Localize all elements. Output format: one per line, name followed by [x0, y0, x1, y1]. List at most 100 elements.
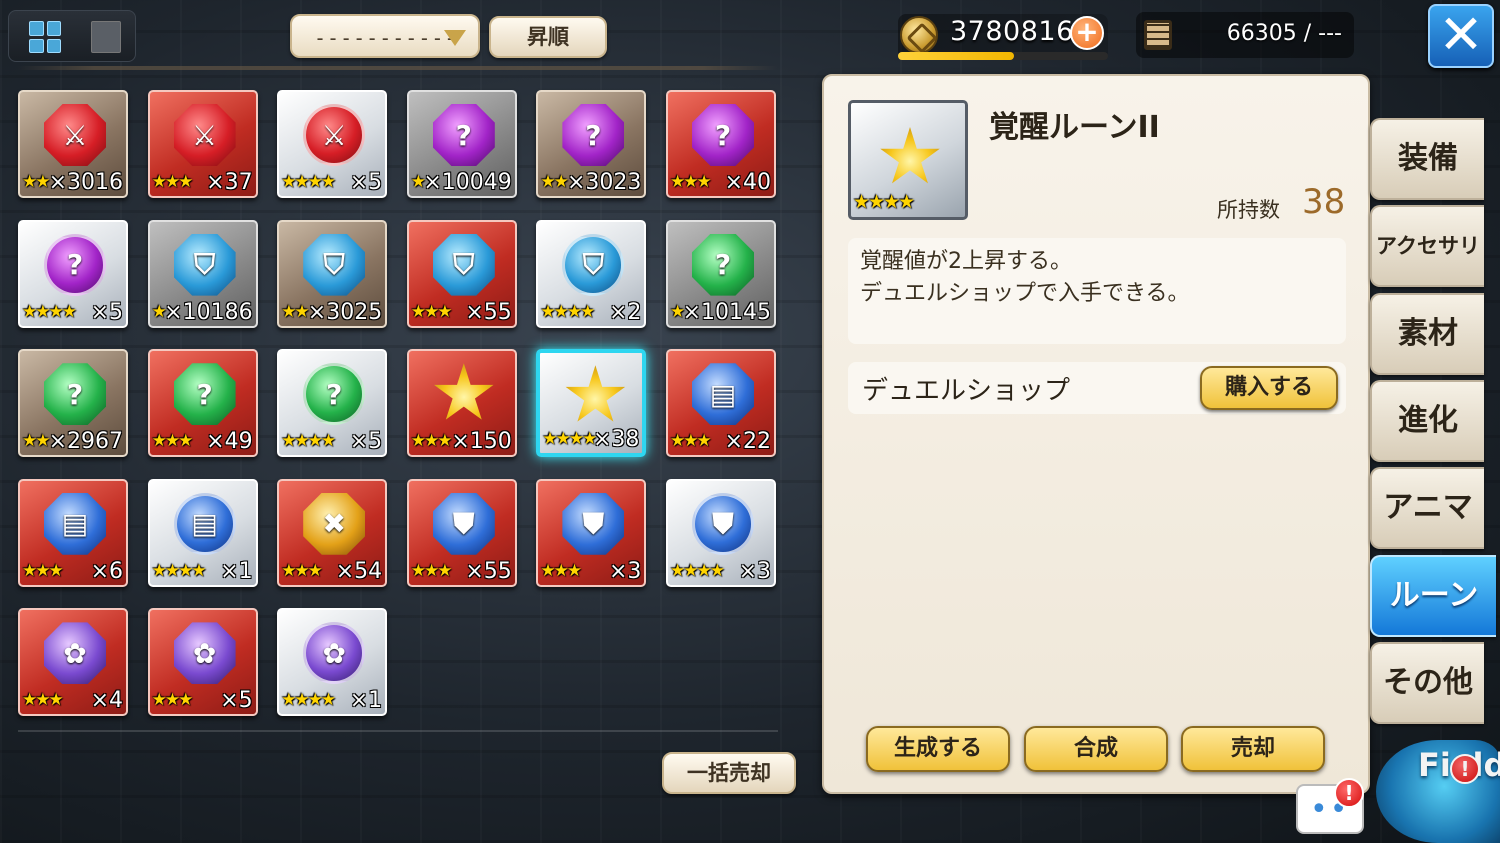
- item-quantity: ×10145: [682, 299, 771, 325]
- item-detail-panel: ★★★★ 覚醒ルーンII 所持数 38 覚醒値が2上昇する。 デュエルショップで…: [822, 74, 1370, 794]
- tab-2[interactable]: 素材: [1370, 292, 1484, 375]
- rune-tile[interactable]: ✖ ★★★ ×54: [277, 478, 388, 587]
- close-button[interactable]: ✕: [1428, 4, 1494, 68]
- item-quantity: ×10049: [423, 170, 512, 195]
- rune-tile[interactable]: ⛊ ★★★ ×55: [406, 478, 517, 587]
- detail-stars: ★★★★: [853, 191, 915, 213]
- tab-3[interactable]: 進化: [1370, 379, 1484, 462]
- rune-tile[interactable]: ⛊ ★★★ ×3: [536, 478, 647, 587]
- item-quantity: ×54: [335, 558, 383, 584]
- rune-icon: ?: [44, 233, 106, 296]
- rarity-stars: ★★★★: [22, 301, 77, 322]
- item-description: 覚醒値が2上昇する。 デュエルショップで入手できる。: [848, 238, 1346, 344]
- rune-tile[interactable]: ⛉ ★ ×10186: [147, 219, 258, 328]
- grid-view-icon[interactable]: [25, 17, 65, 57]
- add-coin-icon[interactable]: +: [1070, 16, 1104, 50]
- item-quantity: ×2967: [48, 429, 123, 455]
- grid-bottom-divider: [18, 730, 778, 732]
- rarity-stars: ★: [670, 301, 685, 322]
- tab-4[interactable]: アニマ: [1370, 467, 1484, 550]
- rune-icon: ?: [173, 363, 236, 426]
- chevron-down-icon: [444, 30, 466, 46]
- rarity-stars: ★★★: [410, 431, 453, 452]
- item-quantity: ×5: [90, 299, 123, 325]
- rune-tile[interactable]: ⛉ ★★★ ×55: [406, 219, 517, 328]
- rune-tile[interactable]: ? ★★ ×3023: [536, 90, 647, 198]
- rune-tile[interactable]: ⛉ ★★★★ ×2: [536, 219, 647, 328]
- rune-icon: ⛉: [303, 233, 366, 296]
- rune-icon: ⚔: [303, 104, 366, 166]
- item-quantity: ×4: [90, 688, 123, 714]
- list-view-icon[interactable]: [91, 21, 121, 53]
- rune-tile[interactable]: ⛊ ★★★★ ×3: [666, 478, 776, 587]
- rune-icon: ⚔: [173, 104, 236, 166]
- tab-0[interactable]: 装備: [1370, 118, 1484, 200]
- coin-bar-fill: [898, 52, 1014, 60]
- rune-tile[interactable]: ? ★★★★ ×5: [277, 349, 388, 458]
- rarity-stars: ★★★★: [281, 690, 336, 711]
- rune-tile[interactable]: ? ★★★ ×40: [666, 90, 776, 198]
- rarity-stars: ★★★: [410, 560, 453, 581]
- sell-button[interactable]: 売却: [1181, 726, 1325, 772]
- tab-6[interactable]: その他: [1370, 641, 1484, 724]
- filter-value: -----------: [314, 26, 458, 50]
- item-name: 覚醒ルーンII: [989, 110, 1160, 145]
- owned-value: 38: [1302, 182, 1346, 222]
- owned-label: 所持数: [1217, 198, 1280, 222]
- item-quantity: ×5: [220, 688, 253, 714]
- rune-tile[interactable]: ▤ ★★★★ ×1: [147, 478, 258, 587]
- rune-tile[interactable]: ▤ ★★★ ×6: [18, 478, 128, 587]
- tab-1[interactable]: アクセサリ: [1370, 205, 1484, 288]
- rune-tile[interactable]: ⚔ ★★ ×3016: [18, 90, 128, 198]
- capacity-value: 66305 / ---: [1226, 21, 1342, 46]
- rune-tile[interactable]: ? ★ ×10049: [406, 90, 517, 198]
- item-quantity: ×55: [465, 558, 512, 584]
- rarity-stars: ★★★: [670, 172, 712, 192]
- filter-dropdown[interactable]: -----------: [290, 14, 480, 58]
- bulk-sell-button[interactable]: 一括売却: [662, 752, 796, 794]
- rune-tile[interactable]: ✿ ★★★ ×5: [147, 608, 258, 717]
- field-alert-icon: !: [1450, 754, 1480, 784]
- rune-icon: ▤: [692, 363, 754, 426]
- combine-button[interactable]: 合成: [1024, 726, 1168, 772]
- source-label: デュエルショップ: [862, 376, 1071, 406]
- field-button[interactable]: Field !: [1376, 740, 1500, 843]
- rarity-stars: ★★: [281, 301, 310, 322]
- rune-icon: ⛊: [692, 492, 754, 555]
- rune-icon: ⛊: [562, 492, 625, 555]
- rune-tile[interactable]: ✿ ★★★ ×4: [18, 608, 128, 717]
- tab-5[interactable]: ルーン: [1370, 554, 1496, 637]
- rune-tile[interactable]: ★★★★ ×38: [536, 349, 647, 458]
- rarity-stars: ★★★★: [281, 172, 336, 192]
- create-button[interactable]: 生成する: [866, 726, 1010, 772]
- buy-button[interactable]: 購入する: [1200, 366, 1338, 410]
- item-source: デュエルショップ 購入する: [848, 362, 1346, 414]
- rune-tile[interactable]: ? ★★ ×2967: [18, 349, 128, 458]
- rune-tile[interactable]: ? ★ ×10145: [666, 219, 776, 328]
- sort-order-button[interactable]: 昇順: [489, 16, 607, 58]
- item-quantity: ×5: [349, 170, 383, 195]
- rarity-stars: ★★★: [151, 690, 194, 711]
- rune-icon: [565, 365, 626, 422]
- rune-tile[interactable]: ⚔ ★★★★ ×5: [277, 90, 388, 198]
- rune-tile[interactable]: ▤ ★★★ ×22: [666, 349, 776, 458]
- item-quantity: ×6: [90, 558, 123, 584]
- item-quantity: ×5: [349, 429, 383, 455]
- item-quantity: ×49: [206, 429, 253, 455]
- rune-icon: ✿: [303, 622, 366, 685]
- rune-tile[interactable]: ✿ ★★★★ ×1: [277, 608, 388, 717]
- rarity-stars: ★★★: [670, 431, 712, 452]
- rarity-stars: ★★★★: [670, 560, 725, 581]
- rune-icon: ✖: [303, 492, 366, 555]
- chat-button[interactable]: •• !: [1296, 778, 1364, 834]
- description-line: 覚醒値が2上昇する。: [860, 249, 1072, 274]
- item-quantity: ×10186: [164, 299, 253, 325]
- rune-tile[interactable]: ⚔ ★★★ ×37: [147, 90, 258, 198]
- rune-tile[interactable]: ? ★★★★ ×5: [18, 219, 128, 328]
- rune-tile[interactable]: ? ★★★ ×49: [147, 349, 258, 458]
- description-line: デュエルショップで入手できる。: [860, 281, 1190, 306]
- grid-top-divider: [18, 66, 778, 70]
- rune-tile[interactable]: ★★★ ×150: [406, 349, 517, 458]
- rune-tile[interactable]: ⛉ ★★ ×3025: [277, 219, 388, 328]
- rune-icon: ▤: [44, 492, 106, 555]
